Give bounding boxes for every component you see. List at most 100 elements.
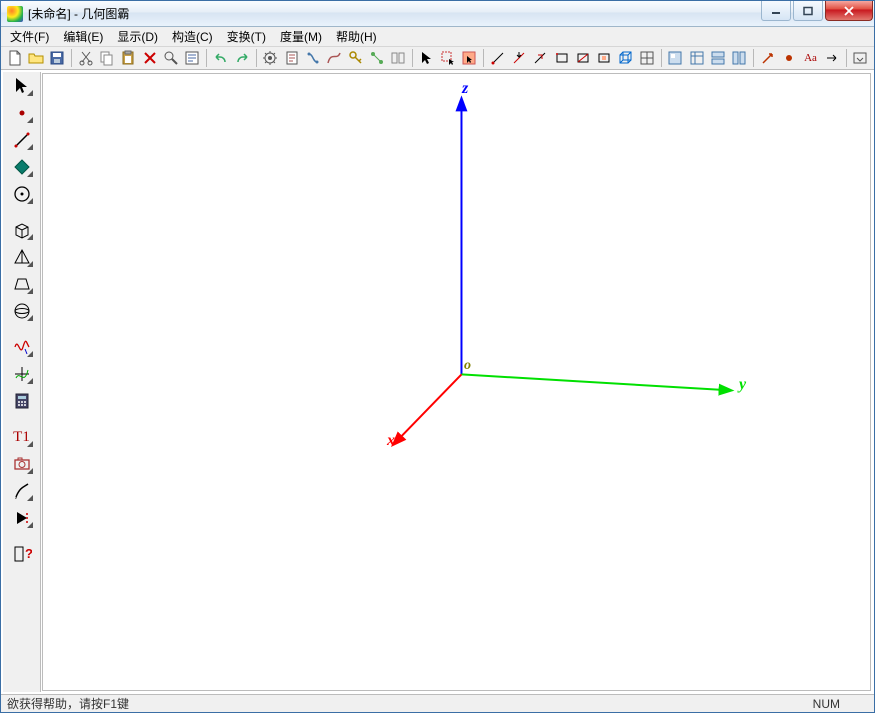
status-bar: 欲获得帮助，请按F1键 NUM xyxy=(1,694,874,712)
overflow-button[interactable] xyxy=(849,47,870,69)
connect-button[interactable] xyxy=(366,47,387,69)
dropdown-icon xyxy=(27,468,33,474)
curve-button[interactable] xyxy=(324,47,345,69)
dropdown-icon xyxy=(27,171,33,177)
app-window: [未命名] - 几何图霸 文件(F) 编辑(E) 显示(D) 构造(C) 变换(… xyxy=(0,0,875,713)
dropdown-icon xyxy=(27,378,33,384)
tool-palette: T1 ? xyxy=(3,72,41,692)
tetrahedron-tool[interactable] xyxy=(9,245,35,269)
pen-tool[interactable] xyxy=(9,479,35,503)
menu-help[interactable]: 帮助(H) xyxy=(329,26,384,47)
dropdown-icon xyxy=(27,90,33,96)
graph-tool[interactable] xyxy=(9,362,35,386)
separator xyxy=(412,49,413,67)
undo-button[interactable] xyxy=(210,47,231,69)
circle-tool[interactable] xyxy=(9,182,35,206)
sphere-tool[interactable] xyxy=(9,299,35,323)
separator xyxy=(753,49,754,67)
text-tool[interactable]: T1 xyxy=(9,425,35,449)
separator xyxy=(661,49,662,67)
dropdown-icon xyxy=(27,441,33,447)
paste-button[interactable] xyxy=(118,47,139,69)
play-tool[interactable] xyxy=(9,506,35,530)
menu-measure[interactable]: 度量(M) xyxy=(273,26,329,47)
find-button[interactable] xyxy=(160,47,181,69)
save-button[interactable] xyxy=(47,47,68,69)
dropdown-icon xyxy=(27,351,33,357)
redo-button[interactable] xyxy=(231,47,252,69)
dropdown-icon xyxy=(27,261,33,267)
copy-button[interactable] xyxy=(96,47,117,69)
rect-c-button[interactable] xyxy=(594,47,615,69)
minimize-button[interactable] xyxy=(761,1,791,21)
menu-edit[interactable]: 编辑(E) xyxy=(56,26,110,47)
rect-a-button[interactable] xyxy=(551,47,572,69)
menu-transform[interactable]: 变换(T) xyxy=(220,26,273,47)
props-button[interactable] xyxy=(182,47,203,69)
rect-b-button[interactable] xyxy=(572,47,593,69)
arrow-button[interactable] xyxy=(821,47,842,69)
doc-button[interactable] xyxy=(281,47,302,69)
dropdown-icon xyxy=(27,234,33,240)
seg-b-button[interactable] xyxy=(508,47,529,69)
canvas[interactable]: z y x o xyxy=(42,73,871,691)
grid-button[interactable] xyxy=(636,47,657,69)
help-tool[interactable]: ? xyxy=(9,542,35,566)
new-button[interactable] xyxy=(4,47,25,69)
dropdown-icon xyxy=(27,198,33,204)
camera-tool[interactable] xyxy=(9,452,35,476)
align-button[interactable] xyxy=(388,47,409,69)
svg-text:?: ? xyxy=(25,546,32,561)
maximize-button[interactable] xyxy=(793,1,823,21)
title-bar: [未命名] - 几何图霸 xyxy=(1,1,874,27)
point-tool[interactable] xyxy=(9,101,35,125)
separator xyxy=(846,49,847,67)
select-rect-button[interactable] xyxy=(437,47,458,69)
menu-bar: 文件(F) 编辑(E) 显示(D) 构造(C) 变换(T) 度量(M) 帮助(H… xyxy=(1,27,874,47)
link-button[interactable] xyxy=(302,47,323,69)
frustum-tool[interactable] xyxy=(9,272,35,296)
seg-a-button[interactable] xyxy=(487,47,508,69)
menu-file[interactable]: 文件(F) xyxy=(3,26,56,47)
settings-button[interactable] xyxy=(260,47,281,69)
rhombus-tool[interactable] xyxy=(9,155,35,179)
panel-b-button[interactable] xyxy=(686,47,707,69)
panel-d-button[interactable] xyxy=(729,47,750,69)
line-tool[interactable] xyxy=(9,128,35,152)
origin-label: o xyxy=(464,358,471,374)
dropdown-icon xyxy=(27,522,33,528)
toolbar: Aa xyxy=(1,47,874,70)
dropdown-icon xyxy=(27,117,33,123)
dropdown-icon xyxy=(27,144,33,150)
menu-display[interactable]: 显示(D) xyxy=(110,26,165,47)
y-axis-label: y xyxy=(739,376,746,394)
box-button[interactable] xyxy=(615,47,636,69)
seg-c-button[interactable] xyxy=(530,47,551,69)
separator xyxy=(71,49,72,67)
status-hint: 欲获得帮助，请按F1键 xyxy=(7,695,129,712)
delete-button[interactable] xyxy=(139,47,160,69)
close-button[interactable] xyxy=(825,1,873,21)
dropdown-icon xyxy=(27,288,33,294)
key-button[interactable] xyxy=(345,47,366,69)
menu-construct[interactable]: 构造(C) xyxy=(165,26,220,47)
panel-a-button[interactable] xyxy=(665,47,686,69)
separator xyxy=(483,49,484,67)
pointer-button[interactable] xyxy=(416,47,437,69)
vector-button[interactable] xyxy=(757,47,778,69)
open-button[interactable] xyxy=(25,47,46,69)
select-region-button[interactable] xyxy=(459,47,480,69)
calculator-tool[interactable] xyxy=(9,389,35,413)
window-title: [未命名] - 几何图霸 xyxy=(28,5,129,22)
function-tool[interactable] xyxy=(9,335,35,359)
dot-button[interactable] xyxy=(778,47,799,69)
status-num: NUM xyxy=(813,697,868,711)
cube-tool[interactable] xyxy=(9,218,35,242)
cut-button[interactable] xyxy=(75,47,96,69)
dropdown-icon xyxy=(27,495,33,501)
text-style-label: Aa xyxy=(804,52,817,64)
text-style-button[interactable]: Aa xyxy=(800,47,821,69)
pointer-tool[interactable] xyxy=(9,74,35,98)
separator xyxy=(206,49,207,67)
panel-c-button[interactable] xyxy=(707,47,728,69)
